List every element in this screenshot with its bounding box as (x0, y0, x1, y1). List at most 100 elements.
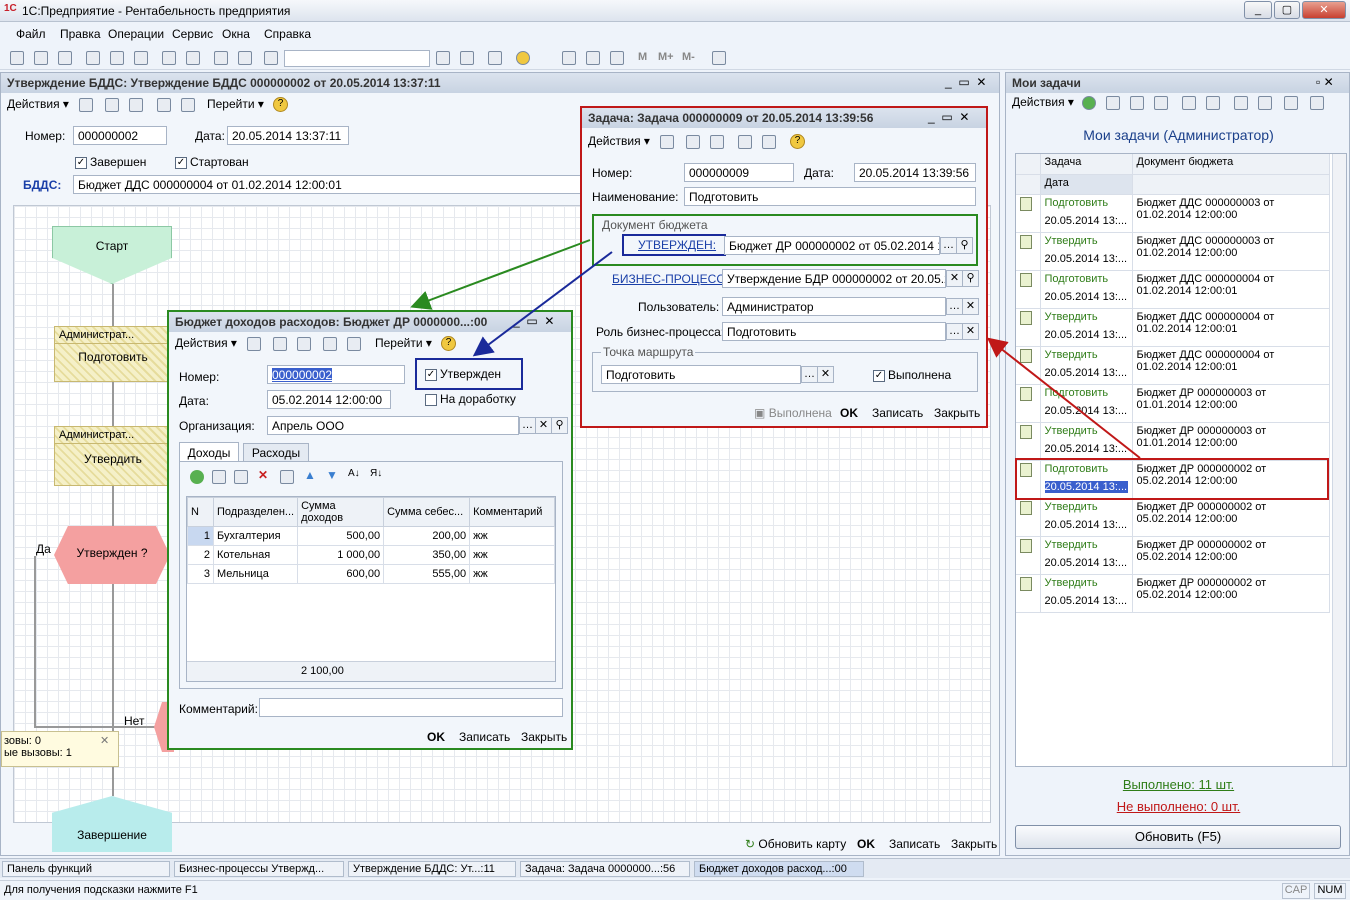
delete-row-icon[interactable]: ✕ (258, 468, 268, 482)
bdds-date-field[interactable]: 20.05.2014 13:37:11 (227, 126, 349, 145)
budget-doc-field[interactable]: Бюджет ДР 000000002 от 05.02.2014 1: (724, 236, 940, 255)
maximize-button[interactable]: ▢ (1274, 1, 1300, 19)
paste-icon[interactable] (134, 51, 148, 65)
bdds-value-field[interactable]: Бюджет ДДС 000000004 от 01.02.2014 12:00… (73, 175, 593, 194)
unpost-icon[interactable] (1206, 96, 1220, 110)
users-icon[interactable] (610, 51, 624, 65)
approved-checkbox[interactable]: ✓ Утвержден (425, 367, 501, 381)
menu-windows[interactable]: Окна (222, 27, 250, 41)
task-row[interactable]: Утвердить 20.05.2014 13:... Бюджет ДР 0000… (1016, 498, 1330, 537)
col-date[interactable]: Дата (1040, 174, 1133, 195)
budget-actions-menu[interactable]: Действия ▾ (175, 336, 237, 350)
memory-m-icon[interactable]: M (638, 51, 647, 63)
flow-end[interactable]: Завершение (52, 796, 172, 852)
redo-icon[interactable] (238, 51, 252, 65)
task-done-button[interactable]: ▣ Выполнена (754, 406, 832, 420)
cut-icon[interactable] (86, 51, 100, 65)
bdds-started-checkbox[interactable]: ✓ Стартован (175, 155, 249, 169)
copy-icon[interactable] (110, 51, 124, 65)
select-icon[interactable]: … (946, 323, 963, 340)
col-income[interactable]: Сумма доходов (297, 497, 385, 527)
not-done-count-link[interactable]: Не выполнено: 0 шт. (1006, 799, 1350, 814)
role-field[interactable]: Подготовить (722, 322, 946, 341)
user-field[interactable]: Администратор (722, 297, 946, 316)
task-row[interactable]: Подготовить 20.05.2014 13:... Бюджет ДР 00… (1016, 384, 1330, 423)
task-close-button[interactable]: Закрыть (934, 406, 980, 420)
calendar-icon[interactable] (586, 51, 600, 65)
menu-edit[interactable]: Правка (60, 27, 101, 41)
bdds-tool-icon5[interactable] (181, 98, 195, 112)
bp-link[interactable]: БИЗНЕС-ПРОЦЕСС: (612, 272, 728, 286)
tab-expenses[interactable]: Расходы (243, 443, 309, 462)
print-icon[interactable] (162, 51, 176, 65)
move-up-icon[interactable]: ▲ (304, 468, 316, 482)
new-icon[interactable] (10, 51, 24, 65)
flow-decision[interactable]: Утвержден ? (54, 526, 170, 584)
task-tool-icon3[interactable] (710, 135, 724, 149)
flow-start[interactable]: Старт (52, 226, 172, 284)
calculator-icon[interactable] (562, 51, 576, 65)
task-row[interactable]: Утвердить 20.05.2014 13:... Бюджет ДР 0000… (1016, 536, 1330, 575)
budget-help-icon[interactable]: ? (441, 336, 456, 351)
select-icon[interactable]: … (940, 237, 957, 254)
taskbar-item-bdds[interactable]: Утверждение БДДС: Ут...:11 (348, 861, 516, 877)
task-row[interactable]: Утвердить 20.05.2014 13:... Бюджет ДДС 000… (1016, 308, 1330, 347)
task-tool-icon5[interactable] (762, 135, 776, 149)
menu-operations[interactable]: Операции (108, 27, 164, 41)
refresh-button[interactable]: Обновить (F5) (1015, 825, 1341, 849)
budget-tool-icon2[interactable] (273, 337, 287, 351)
filter-off-icon[interactable] (1310, 96, 1324, 110)
rework-checkbox[interactable]: На доработку (425, 392, 516, 406)
minimize-button[interactable]: _ (1244, 1, 1272, 19)
move-down-icon[interactable]: ▼ (326, 468, 338, 482)
bdds-close-button[interactable]: Закрыть (951, 837, 997, 851)
col-doc[interactable]: Документ бюджета (1132, 154, 1330, 175)
task-actions-menu[interactable]: Действия ▾ (588, 134, 650, 148)
taskbar-item-bp[interactable]: Бизнес-процессы Утвержд... (174, 861, 344, 877)
task-ok-button[interactable]: OK (840, 406, 858, 420)
task-row[interactable]: Утвердить 20.05.2014 13:... Бюджет ДДС 000… (1016, 346, 1330, 385)
budget-ok-button[interactable]: OK (427, 730, 445, 744)
budget-number-field[interactable]: 000000002 (267, 365, 405, 384)
task-row[interactable]: Утвердить 20.05.2014 13:... Бюджет ДДС 000… (1016, 232, 1330, 271)
income-row[interactable]: 3 Мельница 600,00 555,00 жж (187, 564, 555, 584)
search-icon[interactable]: ⚲ (551, 417, 568, 434)
org-field[interactable]: Апрель ООО (267, 416, 519, 435)
flow-node-prepare[interactable]: Администрат... Подготовить (54, 326, 172, 382)
search-prev-icon[interactable] (460, 51, 474, 65)
budget-goto-menu[interactable]: Перейти ▾ (375, 336, 432, 350)
route-field[interactable]: Подготовить (601, 365, 801, 384)
clear-icon[interactable]: ✕ (946, 270, 963, 287)
search-combo[interactable] (284, 50, 430, 67)
task-row[interactable]: Подготовить 20.05.2014 13:... Бюджет ДДС 0… (1016, 270, 1330, 309)
task-tool-icon4[interactable] (738, 135, 752, 149)
task-name-field[interactable]: Подготовить (684, 187, 976, 206)
taskbar-item-functions[interactable]: Панель функций (2, 861, 170, 877)
save-icon[interactable] (58, 51, 72, 65)
bdds-goto-menu[interactable]: Перейти ▾ (207, 97, 264, 111)
task-tool-icon2[interactable] (686, 135, 700, 149)
comment-field[interactable] (259, 698, 563, 717)
income-row[interactable]: 2 Котельная 1 000,00 350,00 жж (187, 545, 555, 565)
bdds-help-icon[interactable]: ? (273, 97, 288, 112)
edit-icon[interactable] (1130, 96, 1144, 110)
search-icon[interactable] (1258, 96, 1272, 110)
budget-tool-icon1[interactable] (247, 337, 261, 351)
select-icon[interactable]: … (801, 366, 818, 383)
window-icon[interactable] (488, 51, 502, 65)
done-count-link[interactable]: Выполнено: 11 шт. (1006, 777, 1350, 792)
bdds-save-button[interactable]: Записать (889, 837, 940, 851)
task-window-controls[interactable]: _ ▭ ✕ (928, 110, 969, 124)
close-button[interactable]: ✕ (1302, 1, 1346, 19)
select-icon[interactable]: … (946, 298, 963, 315)
undo-icon[interactable] (214, 51, 228, 65)
budget-date-field[interactable]: 05.02.2014 12:00:00 (267, 390, 391, 409)
memory-plus-icon[interactable]: M+ (658, 51, 674, 63)
menu-file[interactable]: Файл (16, 27, 46, 41)
my-tasks-controls[interactable]: ▫ ✕ (1316, 75, 1334, 89)
search-next-icon[interactable] (436, 51, 450, 65)
task-help-icon[interactable]: ? (790, 134, 805, 149)
add-row-icon[interactable] (190, 470, 204, 484)
task-tool-icon1[interactable] (660, 135, 674, 149)
tasks-scrollbar[interactable] (1332, 154, 1346, 766)
